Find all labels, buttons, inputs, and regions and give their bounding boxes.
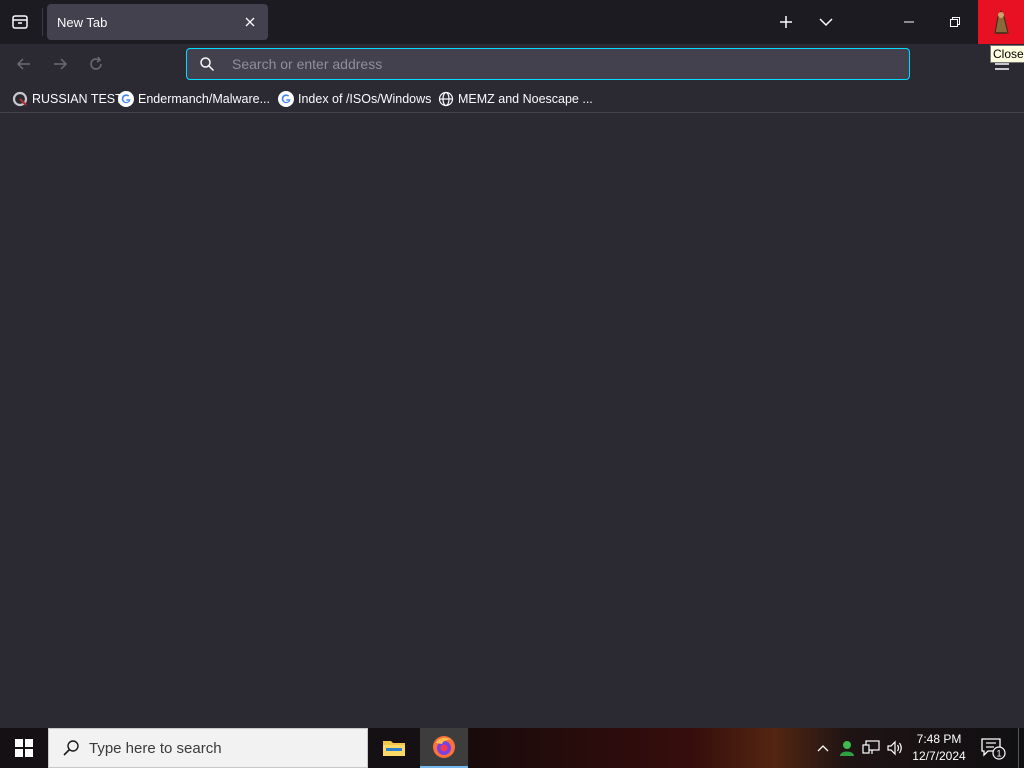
tabstrip-divider bbox=[42, 8, 43, 36]
bookmark-label: MEMZ and Noescape ... bbox=[458, 92, 593, 106]
tab-new-tab[interactable]: New Tab bbox=[47, 4, 268, 40]
search-icon bbox=[199, 56, 215, 77]
network-icon bbox=[862, 740, 880, 754]
user-icon bbox=[840, 741, 854, 756]
tray-user-app[interactable] bbox=[836, 728, 858, 768]
bookmark-label: Index of /ISOs/Windows bbox=[298, 92, 432, 106]
google-icon bbox=[278, 91, 294, 107]
bookmark-item[interactable]: Endermanch/Malware... bbox=[118, 89, 270, 109]
page-content-area bbox=[0, 113, 1024, 728]
tab-close-button[interactable] bbox=[240, 12, 260, 32]
clock-date: 12/7/2024 bbox=[912, 749, 966, 763]
tab-title: New Tab bbox=[57, 14, 108, 30]
clock-time: 7:48 PM bbox=[916, 732, 962, 746]
taskbar-search-placeholder: Type here to search bbox=[89, 739, 222, 757]
restore-button[interactable] bbox=[932, 0, 978, 44]
bookmark-item[interactable]: RUSSIAN TEST bbox=[12, 89, 123, 109]
file-explorer-icon bbox=[383, 741, 405, 756]
window-close-button[interactable] bbox=[978, 0, 1024, 44]
bookmark-item[interactable]: MEMZ and Noescape ... bbox=[438, 89, 593, 109]
bookmark-item[interactable]: Index of /ISOs/Windows bbox=[278, 89, 431, 109]
volume-control[interactable] bbox=[884, 728, 906, 768]
cursor-character-icon bbox=[994, 9, 1009, 34]
minimize-icon bbox=[904, 21, 914, 23]
taskbar-firefox[interactable] bbox=[420, 728, 468, 768]
back-arrow-icon bbox=[16, 58, 30, 70]
reload-button[interactable] bbox=[82, 50, 110, 78]
globe-icon bbox=[438, 91, 454, 107]
new-tab-button[interactable] bbox=[770, 0, 802, 44]
restore-icon bbox=[950, 17, 960, 27]
custom-site-icon bbox=[12, 91, 28, 107]
firefox-view-icon bbox=[12, 15, 28, 29]
chevron-up-icon bbox=[817, 745, 829, 752]
taskbar-file-explorer[interactable] bbox=[370, 728, 418, 768]
search-icon bbox=[61, 738, 81, 758]
close-icon bbox=[245, 17, 255, 27]
list-all-tabs-button[interactable] bbox=[810, 0, 842, 44]
system-clock[interactable]: 7:48 PM 12/7/2024 bbox=[906, 731, 972, 765]
plus-icon bbox=[780, 16, 792, 28]
notification-icon: 1 bbox=[981, 738, 1006, 760]
bookmarks-toolbar: RUSSIAN TEST Endermanch/Malware... Index… bbox=[0, 84, 1024, 113]
close-tooltip: Close bbox=[990, 45, 1024, 63]
show-desktop-button[interactable] bbox=[1018, 728, 1024, 768]
bookmark-label: RUSSIAN TEST bbox=[32, 92, 123, 106]
forward-button[interactable] bbox=[46, 50, 74, 78]
tab-strip: New Tab bbox=[0, 0, 1024, 44]
speaker-icon bbox=[887, 740, 902, 756]
firefox-view-button[interactable] bbox=[0, 0, 40, 44]
windows-taskbar: Type here to search 7:48 PM 12/7/2024 1 bbox=[0, 728, 1024, 768]
reload-icon bbox=[90, 56, 102, 70]
notification-count: 1 bbox=[996, 749, 1001, 759]
start-button[interactable] bbox=[0, 728, 48, 768]
address-input[interactable] bbox=[232, 49, 892, 79]
taskbar-search-box[interactable]: Type here to search bbox=[48, 728, 368, 768]
firefox-icon bbox=[433, 736, 455, 758]
show-hidden-icons-button[interactable] bbox=[812, 728, 834, 768]
minimize-button[interactable] bbox=[886, 0, 932, 44]
address-bar[interactable] bbox=[186, 48, 910, 80]
forward-arrow-icon bbox=[54, 58, 68, 70]
action-center-button[interactable]: 1 bbox=[978, 728, 1008, 768]
network-status[interactable] bbox=[860, 728, 882, 768]
chevron-down-icon bbox=[819, 18, 833, 27]
windows-logo-icon bbox=[15, 739, 33, 757]
google-icon bbox=[118, 91, 134, 107]
bookmark-label: Endermanch/Malware... bbox=[138, 92, 271, 106]
back-button[interactable] bbox=[10, 50, 38, 78]
navigation-toolbar bbox=[0, 44, 1024, 84]
